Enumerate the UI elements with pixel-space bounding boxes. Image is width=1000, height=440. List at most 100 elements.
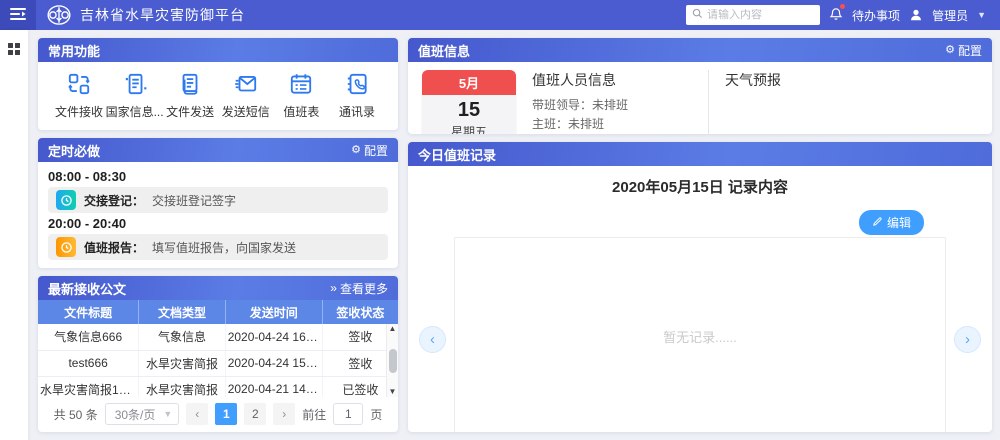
send-sms-icon bbox=[233, 71, 259, 97]
layout: 常用功能 文件接收 bbox=[0, 30, 1000, 440]
clock-icon bbox=[56, 190, 76, 210]
app-logo-icon bbox=[46, 4, 72, 26]
task-name: 交接登记： bbox=[84, 192, 144, 209]
quick-item-label: 通讯录 bbox=[339, 103, 375, 120]
scheduled-tasks-body: 08:00 - 08:30 交接登记： 交接班登记签字 20:00 - 20:4… bbox=[38, 162, 398, 268]
page-button-2[interactable]: 2 bbox=[244, 403, 266, 425]
quick-item-national-info[interactable]: 国家信息... bbox=[108, 71, 162, 120]
table-row[interactable]: 气象信息666 气象信息 2020-04-24 16:3... 签收 bbox=[38, 324, 398, 350]
vertical-divider bbox=[708, 70, 709, 134]
empty-record-text: 暂无记录...... bbox=[663, 327, 737, 346]
goto-label: 前往 bbox=[302, 406, 326, 423]
staff-title: 值班人员信息 bbox=[532, 70, 692, 90]
weather-title: 天气预报 bbox=[725, 70, 980, 90]
record-content-box: 暂无记录...... bbox=[454, 237, 946, 432]
table-scrollbar[interactable]: ▲ ▼ bbox=[386, 324, 398, 397]
next-page-button[interactable]: › bbox=[273, 403, 295, 425]
side-rail bbox=[0, 30, 28, 440]
staff-line: 带班领导：未排班 bbox=[532, 96, 692, 115]
task-desc: 交接班登记签字 bbox=[152, 192, 236, 209]
edit-label: 编辑 bbox=[887, 214, 911, 231]
topbar-right: 待办事项 管理员 ▼ bbox=[686, 5, 1000, 25]
clock-icon bbox=[56, 237, 76, 257]
user-menu-caret-icon[interactable]: ▼ bbox=[977, 10, 986, 20]
task-name: 值班报告： bbox=[84, 239, 144, 256]
config-label: 配置 bbox=[958, 42, 982, 59]
duty-record-header: 今日值班记录 bbox=[408, 142, 992, 166]
total-count: 共 50 条 bbox=[54, 406, 98, 423]
doc-title-link[interactable]: 气象信息666 bbox=[38, 324, 139, 350]
global-search[interactable] bbox=[686, 5, 820, 25]
task-row-duty-report[interactable]: 值班报告： 填写值班报告，向国家发送 bbox=[48, 234, 388, 260]
gear-icon: ⚙ bbox=[351, 145, 361, 156]
table-row[interactable]: 水旱灾害简报1417 水旱灾害简报 2020-04-21 14:1... 已签收 bbox=[38, 376, 398, 397]
record-date-title: 2020年05月15日 记录内容 bbox=[408, 176, 992, 197]
prev-page-button[interactable]: ‹ bbox=[186, 403, 208, 425]
notification-badge bbox=[840, 4, 845, 9]
duty-info-header: 值班信息 ⚙ 配置 bbox=[408, 38, 992, 62]
doc-type: 气象信息 bbox=[139, 324, 225, 350]
quick-item-contacts[interactable]: 通讯录 bbox=[330, 71, 384, 120]
quick-item-duty-roster[interactable]: 值班表 bbox=[274, 71, 328, 120]
right-column: 值班信息 ⚙ 配置 5月 15 星期五 值班人员信息 带班领导：未排班 bbox=[408, 38, 992, 432]
quick-item-label: 文件接收 bbox=[55, 103, 103, 120]
notifications-button[interactable] bbox=[829, 6, 843, 24]
prev-record-button[interactable]: ‹ bbox=[419, 326, 446, 353]
calendar-month: 5月 bbox=[422, 70, 516, 95]
national-info-icon bbox=[122, 71, 148, 97]
doc-title-link[interactable]: 水旱灾害简报1417 bbox=[38, 376, 139, 397]
task-row-handover[interactable]: 交接登记： 交接班登记签字 bbox=[48, 187, 388, 213]
file-receive-icon bbox=[66, 71, 92, 97]
panel-title: 最新接收公文 bbox=[48, 279, 126, 298]
quick-item-label: 值班表 bbox=[283, 103, 319, 120]
scroll-down-icon[interactable]: ▼ bbox=[389, 387, 397, 397]
search-icon bbox=[692, 8, 703, 22]
duty-info-panel: 值班信息 ⚙ 配置 5月 15 星期五 值班人员信息 带班领导：未排班 bbox=[408, 38, 992, 134]
contacts-icon bbox=[344, 71, 370, 97]
left-column: 常用功能 文件接收 bbox=[38, 38, 398, 432]
doc-title-link[interactable]: test666 bbox=[38, 350, 139, 376]
scrollbar-thumb[interactable] bbox=[389, 349, 397, 373]
scroll-up-icon[interactable]: ▲ bbox=[389, 324, 397, 334]
goto-page-input[interactable] bbox=[333, 403, 363, 425]
quick-functions-header: 常用功能 bbox=[38, 38, 398, 62]
calendar-weekday: 星期五 bbox=[422, 122, 516, 134]
quick-item-file-receive[interactable]: 文件接收 bbox=[52, 71, 106, 120]
main-content: 常用功能 文件接收 bbox=[28, 30, 1000, 440]
user-menu[interactable]: 管理员 bbox=[932, 7, 968, 24]
sidebar-collapse-button[interactable] bbox=[0, 0, 36, 30]
staff-line: 主班：未排班 bbox=[532, 115, 692, 134]
panel-title: 定时必做 bbox=[48, 141, 100, 160]
view-more-link[interactable]: » 查看更多 bbox=[330, 280, 388, 297]
next-record-button[interactable]: › bbox=[954, 326, 981, 353]
quick-item-send-sms[interactable]: 发送短信 bbox=[219, 71, 273, 120]
search-input[interactable] bbox=[707, 9, 814, 21]
duty-info-config-link[interactable]: ⚙ 配置 bbox=[945, 42, 982, 59]
doc-time: 2020-04-24 15:1... bbox=[225, 350, 322, 376]
view-more-label: 查看更多 bbox=[340, 280, 388, 297]
doc-time: 2020-04-24 16:3... bbox=[225, 324, 322, 350]
received-documents-header: 最新接收公文 » 查看更多 bbox=[38, 276, 398, 300]
quick-item-label: 发送短信 bbox=[222, 103, 270, 120]
collapse-menu-icon bbox=[10, 7, 26, 24]
apps-grid-icon[interactable] bbox=[8, 43, 20, 440]
documents-table-wrap: 文件标题 文档类型 发送时间 签收状态 气象信息666 气象信息 2020-04… bbox=[38, 300, 398, 397]
page-button-1[interactable]: 1 bbox=[215, 403, 237, 425]
double-chevron-icon: » bbox=[330, 281, 337, 295]
col-header: 发送时间 bbox=[225, 300, 322, 324]
config-label: 配置 bbox=[364, 142, 388, 159]
chevron-down-icon: ▼ bbox=[163, 409, 172, 419]
task-time: 20:00 - 20:40 bbox=[48, 216, 388, 231]
duty-record-body: 2020年05月15日 记录内容 编辑 暂无记录...... ‹ › bbox=[408, 166, 992, 432]
quick-item-file-send[interactable]: 文件发送 bbox=[163, 71, 217, 120]
weather-section: 天气预报 bbox=[725, 70, 980, 134]
task-desc: 填写值班报告，向国家发送 bbox=[152, 239, 296, 256]
scheduled-config-link[interactable]: ⚙ 配置 bbox=[351, 142, 388, 159]
page-size-select[interactable]: 30条/页 ▼ bbox=[105, 403, 180, 425]
duty-record-panel: 今日值班记录 2020年05月15日 记录内容 编辑 暂无记录...... bbox=[408, 142, 992, 432]
edit-record-button[interactable]: 编辑 bbox=[859, 210, 924, 235]
table-row[interactable]: test666 水旱灾害简报 2020-04-24 15:1... 签收 bbox=[38, 350, 398, 376]
todo-link[interactable]: 待办事项 bbox=[852, 7, 900, 24]
panel-title: 值班信息 bbox=[418, 41, 470, 60]
duty-info-body: 5月 15 星期五 值班人员信息 带班领导：未排班 主班：未排班 副班：未排班 … bbox=[408, 62, 992, 134]
